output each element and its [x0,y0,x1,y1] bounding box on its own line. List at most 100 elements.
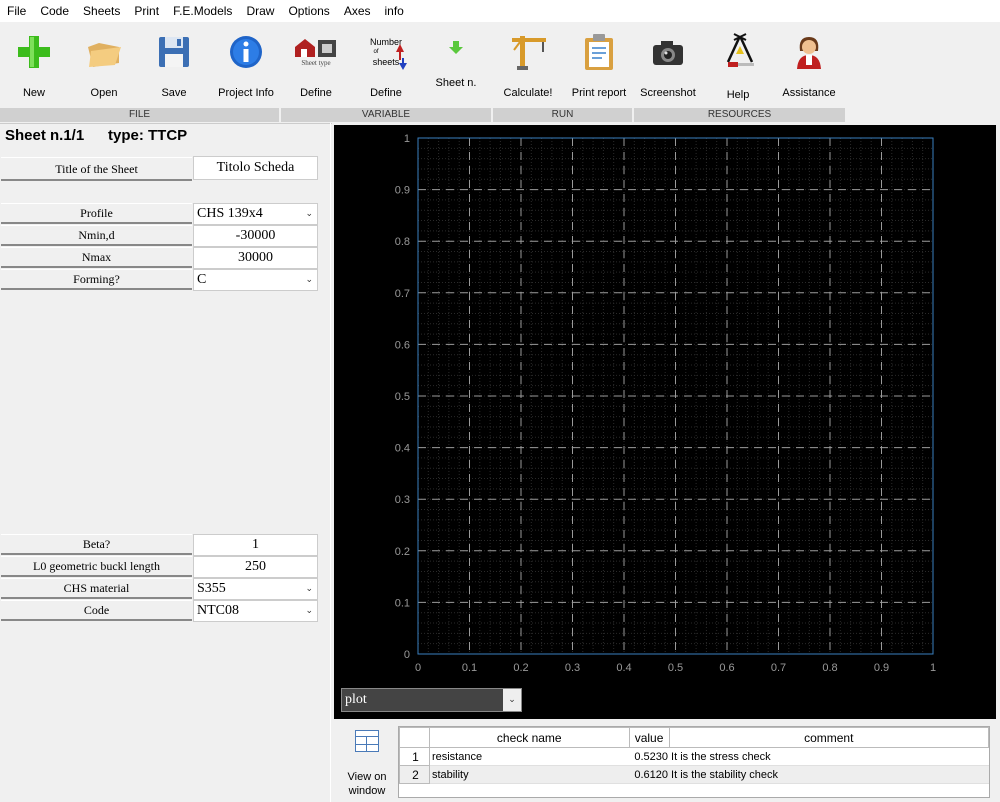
y-tick-label: 0 [404,649,410,661]
arrow-down-icon [436,30,476,66]
chevron-down-icon: ⌄ [305,606,313,616]
x-tick-label: 0.6 [719,662,734,674]
comment-cell: It is the stability check [669,765,989,784]
assistance-button[interactable]: Assistance [776,24,842,106]
plus-icon [14,30,54,74]
y-tick-label: 0.7 [395,288,410,300]
beta-input[interactable]: 1 [193,534,318,556]
menu-draw[interactable]: Draw [239,0,281,22]
column-header-check-name[interactable]: check name [428,727,630,748]
row-number: 1 [399,747,430,766]
y-tick-label: 1 [404,133,410,145]
panel-divider [330,123,331,802]
value-cell: 0.6120 [629,765,670,784]
sheet-number-title: Sheet n.1/1 [5,127,85,144]
menu-bar: File Code Sheets Print F.E.Models Draw O… [0,0,1000,22]
chevron-down-icon: ⌄ [503,689,521,711]
crane-icon [508,30,548,74]
window-icon [355,730,379,752]
material-select[interactable]: S355 ⌄ [193,578,318,600]
x-tick-label: 1 [930,662,936,674]
beta-label: Beta? [1,534,192,555]
sheet-n-button[interactable]: Sheet n. [428,24,484,106]
save-button[interactable]: Save [148,24,200,106]
folder-icon [84,30,124,74]
y-tick-label: 0.1 [395,597,410,609]
project-info-button[interactable]: Project Info [210,24,282,106]
divider [0,123,332,124]
plot-chart: 0 0.1 0.2 0.3 0.4 0.5 0.6 0.7 0.8 0.9 1 0 0.1 0.2 0.3 0… [395,133,936,674]
group-file: FILE [0,108,280,122]
x-tick-label: 0.2 [513,662,528,674]
open-button[interactable]: Open [78,24,130,106]
define-number-of-sheets-button[interactable]: Number of sheets Define [356,24,416,106]
code-select[interactable]: NTC08 ⌄ [193,600,318,622]
menu-options[interactable]: Options [281,0,336,22]
menu-file[interactable]: File [0,0,33,22]
profile-select[interactable]: CHS 139x4 ⌄ [193,203,318,225]
group-resources: RESOURCES [634,108,846,122]
plot-type-select[interactable]: plot ⌄ [341,688,522,712]
y-tick-label: 0.4 [395,443,410,455]
x-tick-label: 0.8 [822,662,837,674]
menu-print[interactable]: Print [127,0,166,22]
define-sheet-type-button[interactable]: Sheet type Define [286,24,346,106]
nmin-input[interactable]: -30000 [193,225,318,247]
x-tick-label: 0.4 [616,662,631,674]
column-header-comment[interactable]: comment [668,727,990,748]
check-name-cell: stability [429,765,630,784]
column-header-value[interactable]: value [628,727,670,748]
nmax-label: Nmax [1,247,192,268]
forming-select[interactable]: C ⌄ [193,269,318,291]
y-tick-label: 0.8 [395,236,410,248]
value-cell: 0.5230 [629,747,670,766]
row-number: 2 [399,765,430,784]
chevron-down-icon: ⌄ [305,584,313,594]
forming-label: Forming? [1,269,192,290]
table-row[interactable]: 1 resistance 0.5230 It is the stress che… [399,747,989,766]
title-input[interactable]: Titolo Scheda [193,156,318,180]
menu-info[interactable]: info [378,0,411,22]
chevron-down-icon: ⌄ [305,275,313,285]
x-tick-label: 0 [415,662,421,674]
x-tick-label: 0.1 [462,662,477,674]
chevron-down-icon: ⌄ [305,209,313,219]
assistance-person-icon [789,30,829,74]
help-tent-icon [718,30,758,74]
comment-cell: It is the stress check [669,747,989,766]
menu-sheets[interactable]: Sheets [76,0,127,22]
results-table: check name value comment 1 resistance 0.… [398,726,990,798]
material-label: CHS material [1,578,192,599]
floppy-disk-icon [154,30,194,74]
menu-axes[interactable]: Axes [337,0,378,22]
print-report-button[interactable]: Print report [566,24,632,106]
y-tick-label: 0.9 [395,185,410,197]
nmax-input[interactable]: 30000 [193,247,318,269]
x-tick-label: 0.3 [565,662,580,674]
new-button[interactable]: New [8,24,60,106]
x-tick-label: 0.5 [668,662,683,674]
check-name-cell: resistance [429,747,630,766]
group-run: RUN [493,108,633,122]
y-tick-label: 0.6 [395,339,410,351]
sheet-type-label: type: TTCP [108,127,188,144]
help-button[interactable]: Help [708,24,768,106]
y-tick-label: 0.3 [395,494,410,506]
table-header-row: check name value comment [399,727,990,748]
y-tick-label: 0.2 [395,546,410,558]
profile-label: Profile [1,203,192,224]
nmin-label: Nmin,d [1,225,192,246]
plot-area[interactable]: 0 0.1 0.2 0.3 0.4 0.5 0.6 0.7 0.8 0.9 1 0 0.1 0.2 0.3 0… [334,125,996,719]
l0-input[interactable]: 250 [193,556,318,578]
screenshot-button[interactable]: Screenshot [636,24,700,106]
code-label: Code [1,600,192,621]
calculate-button[interactable]: Calculate! [496,24,560,106]
info-icon [226,30,266,74]
group-variable: VARIABLE [281,108,492,122]
toolbar-groups: FILE VARIABLE RUN RESOURCES [0,108,846,122]
menu-code[interactable]: Code [33,0,76,22]
view-on-window-button[interactable]: View on window [338,726,396,800]
table-row[interactable]: 2 stability 0.6120 It is the stability c… [399,765,989,784]
clipboard-icon [579,30,619,74]
menu-fe-models[interactable]: F.E.Models [166,0,239,22]
